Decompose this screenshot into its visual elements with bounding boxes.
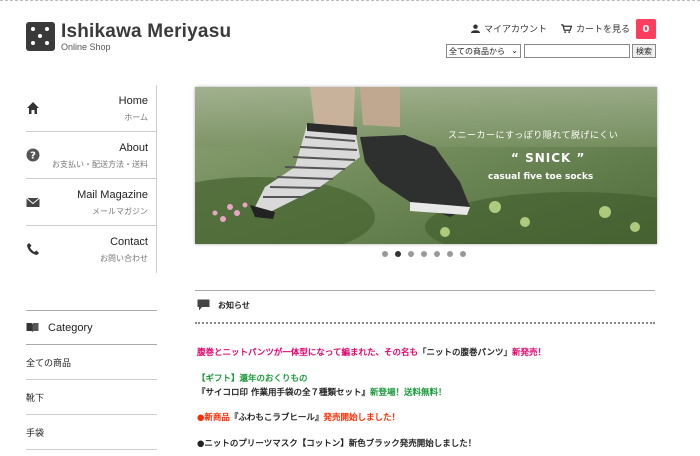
chevron-down-icon: ⌄ xyxy=(511,46,518,55)
header-links: マイアカウント カートを見る xyxy=(457,22,630,35)
sidebar-item-label: Home xyxy=(118,95,148,107)
sidebar-item-sublabel: メールマガジン xyxy=(92,207,148,216)
sidebar-item-label: About xyxy=(119,142,148,154)
site-logo[interactable]: Ishikawa Meriyasu Online Shop xyxy=(26,22,231,52)
search-scope-value: 全ての商品から xyxy=(449,46,505,56)
mail-icon xyxy=(26,197,40,207)
speech-bubble-icon xyxy=(197,299,210,311)
news-title: お知らせ xyxy=(218,300,250,310)
banner-product-name: “ SNICK ” xyxy=(511,151,586,165)
sidebar-item-sublabel: お支払い・配送方法・送料 xyxy=(52,160,148,169)
carousel-dot[interactable] xyxy=(421,251,427,257)
top-divider xyxy=(0,0,700,1)
sidebar-item-label: Mail Magazine xyxy=(77,189,148,201)
svg-text:?: ? xyxy=(30,151,36,162)
carousel-dot[interactable] xyxy=(434,251,440,257)
sidebar-item-mail-magazine[interactable]: Mail Magazine メールマガジン xyxy=(26,179,156,226)
dice-logo-icon xyxy=(26,22,55,51)
news-item[interactable]: 腹巻とニットパンツが一体型になって編まれた、その名も「ニットの腹巻パンツ」新発売… xyxy=(197,346,546,358)
my-account-link[interactable]: マイアカウント xyxy=(470,22,547,35)
view-cart-link[interactable]: カートを見る xyxy=(561,22,630,35)
home-icon xyxy=(27,102,39,114)
category-heading: Category xyxy=(26,310,157,345)
sidebar-item-label: Contact xyxy=(110,236,148,248)
sidebar-item-sublabel: ホーム xyxy=(124,113,148,122)
search-bar: 全ての商品から ⌄ 検索 xyxy=(446,44,656,58)
phone-icon xyxy=(27,243,39,255)
search-scope-select[interactable]: 全ての商品から ⌄ xyxy=(446,44,521,58)
banner-image xyxy=(195,87,657,244)
category-item-gloves[interactable]: 手袋 xyxy=(26,415,157,450)
banner-tagline: スニーカーにすっぽり隠れて脱げにくい xyxy=(448,131,619,141)
hero-banner[interactable] xyxy=(195,87,657,244)
logo-title: Ishikawa Meriyasu xyxy=(61,21,232,42)
banner-product-desc: casual five toe socks xyxy=(488,172,594,182)
carousel-dot[interactable] xyxy=(447,251,453,257)
news-divider xyxy=(195,290,655,291)
sidebar-nav: Home ホーム ? About お支払い・配送方法・送料 Mail Magaz… xyxy=(26,85,157,273)
news-dotted-divider xyxy=(195,322,655,324)
cart-count-badge[interactable]: 0 xyxy=(636,19,656,39)
my-account-label: マイアカウント xyxy=(483,25,547,35)
category-title: Category xyxy=(48,321,93,334)
sidebar-item-contact[interactable]: Contact お問い合わせ xyxy=(26,226,156,273)
news-item[interactable]: 【ギフト】還年のおくりもの xyxy=(197,372,308,384)
cart-icon xyxy=(561,24,572,33)
sidebar-item-about[interactable]: ? About お支払い・配送方法・送料 xyxy=(26,132,156,179)
carousel-dot[interactable] xyxy=(382,251,388,257)
logo-subtitle: Online Shop xyxy=(61,42,111,52)
carousel-dot[interactable] xyxy=(460,251,466,257)
news-item[interactable]: 『サイコロ印 作業用手袋の全７種類セット』新登場！送料無料！ xyxy=(197,386,446,398)
search-input[interactable] xyxy=(524,44,630,58)
carousel-dot[interactable] xyxy=(408,251,414,257)
news-heading: お知らせ xyxy=(197,299,250,311)
carousel-dot-active[interactable] xyxy=(395,251,401,257)
view-cart-label: カートを見る xyxy=(575,25,630,35)
sidebar-item-sublabel: お問い合わせ xyxy=(100,254,148,263)
question-icon: ? xyxy=(26,148,40,162)
category-item-all[interactable]: 全ての商品 xyxy=(26,345,157,380)
news-item[interactable]: ●ニットのプリーツマスク【コットン】新色ブラック発売開始しました！ xyxy=(197,437,476,449)
search-button[interactable]: 検索 xyxy=(632,44,656,58)
carousel-dots xyxy=(382,251,473,257)
news-item[interactable]: ●新商品『ふわもこラブヒール』発売開始しました！ xyxy=(197,411,400,423)
user-icon xyxy=(470,24,480,33)
book-icon xyxy=(26,323,39,333)
sidebar-item-home[interactable]: Home ホーム xyxy=(26,85,156,132)
category-item-socks[interactable]: 靴下 xyxy=(26,380,157,415)
